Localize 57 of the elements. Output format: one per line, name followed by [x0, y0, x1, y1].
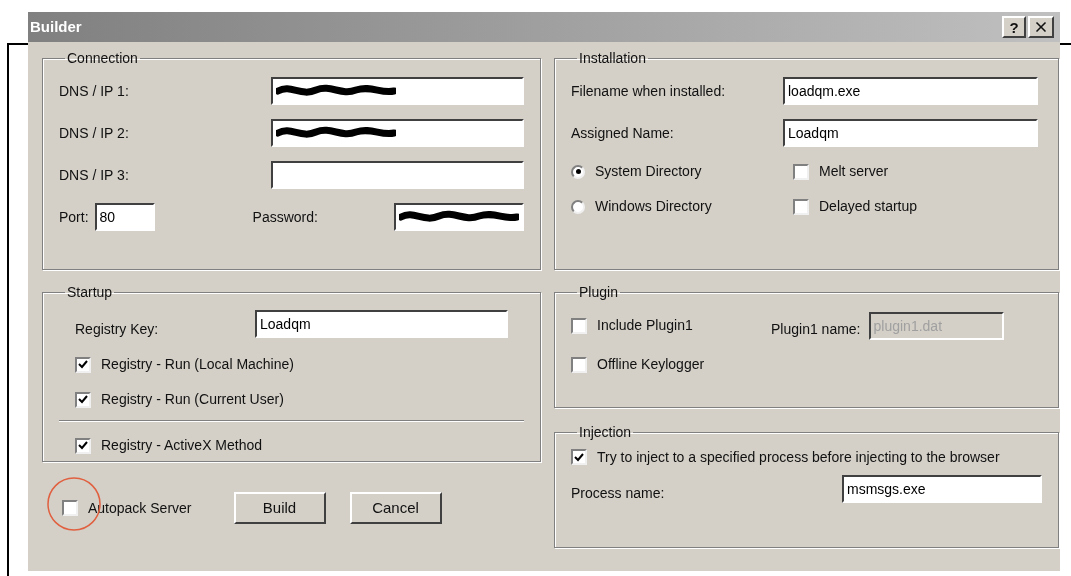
checkbox[interactable] [793, 198, 809, 215]
group-title: Startup [66, 283, 114, 302]
checkbox[interactable] [75, 437, 91, 454]
checkbox-label: Melt server [819, 162, 889, 181]
checkbox[interactable] [793, 163, 809, 180]
radio-button[interactable] [571, 164, 585, 179]
field-label: Filename when installed: [571, 81, 727, 101]
checkbox[interactable] [62, 500, 78, 516]
radio-label: Windows Directory [595, 197, 712, 216]
checkbox-label: Offline Keylogger [597, 355, 705, 374]
field-label: Registry Key: [75, 320, 159, 339]
input-field[interactable]: msmsgs.exe [842, 474, 1042, 503]
input-field[interactable]: 80 [94, 203, 155, 231]
checkmark-icon [574, 452, 584, 462]
dialog-button[interactable]: Build [233, 492, 326, 524]
field-label: Process name: [571, 484, 665, 503]
checkbox-label: Registry - Run (Current User) [101, 390, 284, 409]
input-field[interactable]: Loadqm [255, 309, 508, 338]
input-field[interactable]: loadqm.exe [783, 77, 1038, 105]
window-title: Builder [30, 16, 82, 37]
field-label: DNS / IP 1: [59, 81, 129, 101]
checkbox-label: Try to inject to a specified process before injecting to the browser [597, 448, 1001, 467]
field-label: Plugin1 name: [771, 320, 861, 339]
dialog-button[interactable]: Cancel [349, 492, 442, 524]
input-field[interactable] [271, 77, 524, 105]
checkbox[interactable] [571, 449, 587, 465]
checkmark-icon [78, 395, 88, 404]
checkbox-label: Delayed startup [819, 197, 918, 216]
group-title: Injection [578, 423, 633, 442]
annotation-line [1058, 43, 1071, 45]
field-label: Password: [252, 207, 318, 227]
input-field[interactable] [271, 119, 524, 147]
help-button[interactable]: ? [1002, 16, 1026, 38]
checkbox[interactable] [571, 317, 587, 334]
group-title: Plugin [578, 283, 619, 302]
field-label: Port: [59, 207, 89, 227]
input-field[interactable] [394, 203, 524, 231]
checkmark-icon [78, 441, 88, 450]
checkbox[interactable] [571, 356, 587, 373]
checkbox-label: Registry - Run (Local Machine) [101, 355, 294, 374]
field-label: Assigned Name: [571, 123, 675, 143]
field-label: DNS / IP 3: [59, 165, 129, 185]
checkbox[interactable] [75, 391, 91, 408]
checkmark-icon [78, 360, 88, 369]
close-icon [1033, 19, 1049, 35]
checkbox-label: Include Plugin1 [597, 316, 693, 335]
checkbox-label: Registry - ActiveX Method [101, 436, 263, 455]
radio-button[interactable] [571, 199, 585, 214]
checkbox-label: Autopack Server [88, 498, 192, 518]
group-title: Connection [66, 49, 139, 68]
group-title: Installation [578, 49, 647, 68]
field-label: DNS / IP 2: [59, 123, 129, 143]
input-field[interactable] [271, 161, 524, 189]
close-button[interactable] [1028, 16, 1054, 38]
input-field[interactable]: Loadqm [783, 119, 1038, 147]
radio-label: System Directory [595, 162, 702, 181]
checkbox[interactable] [75, 356, 91, 373]
